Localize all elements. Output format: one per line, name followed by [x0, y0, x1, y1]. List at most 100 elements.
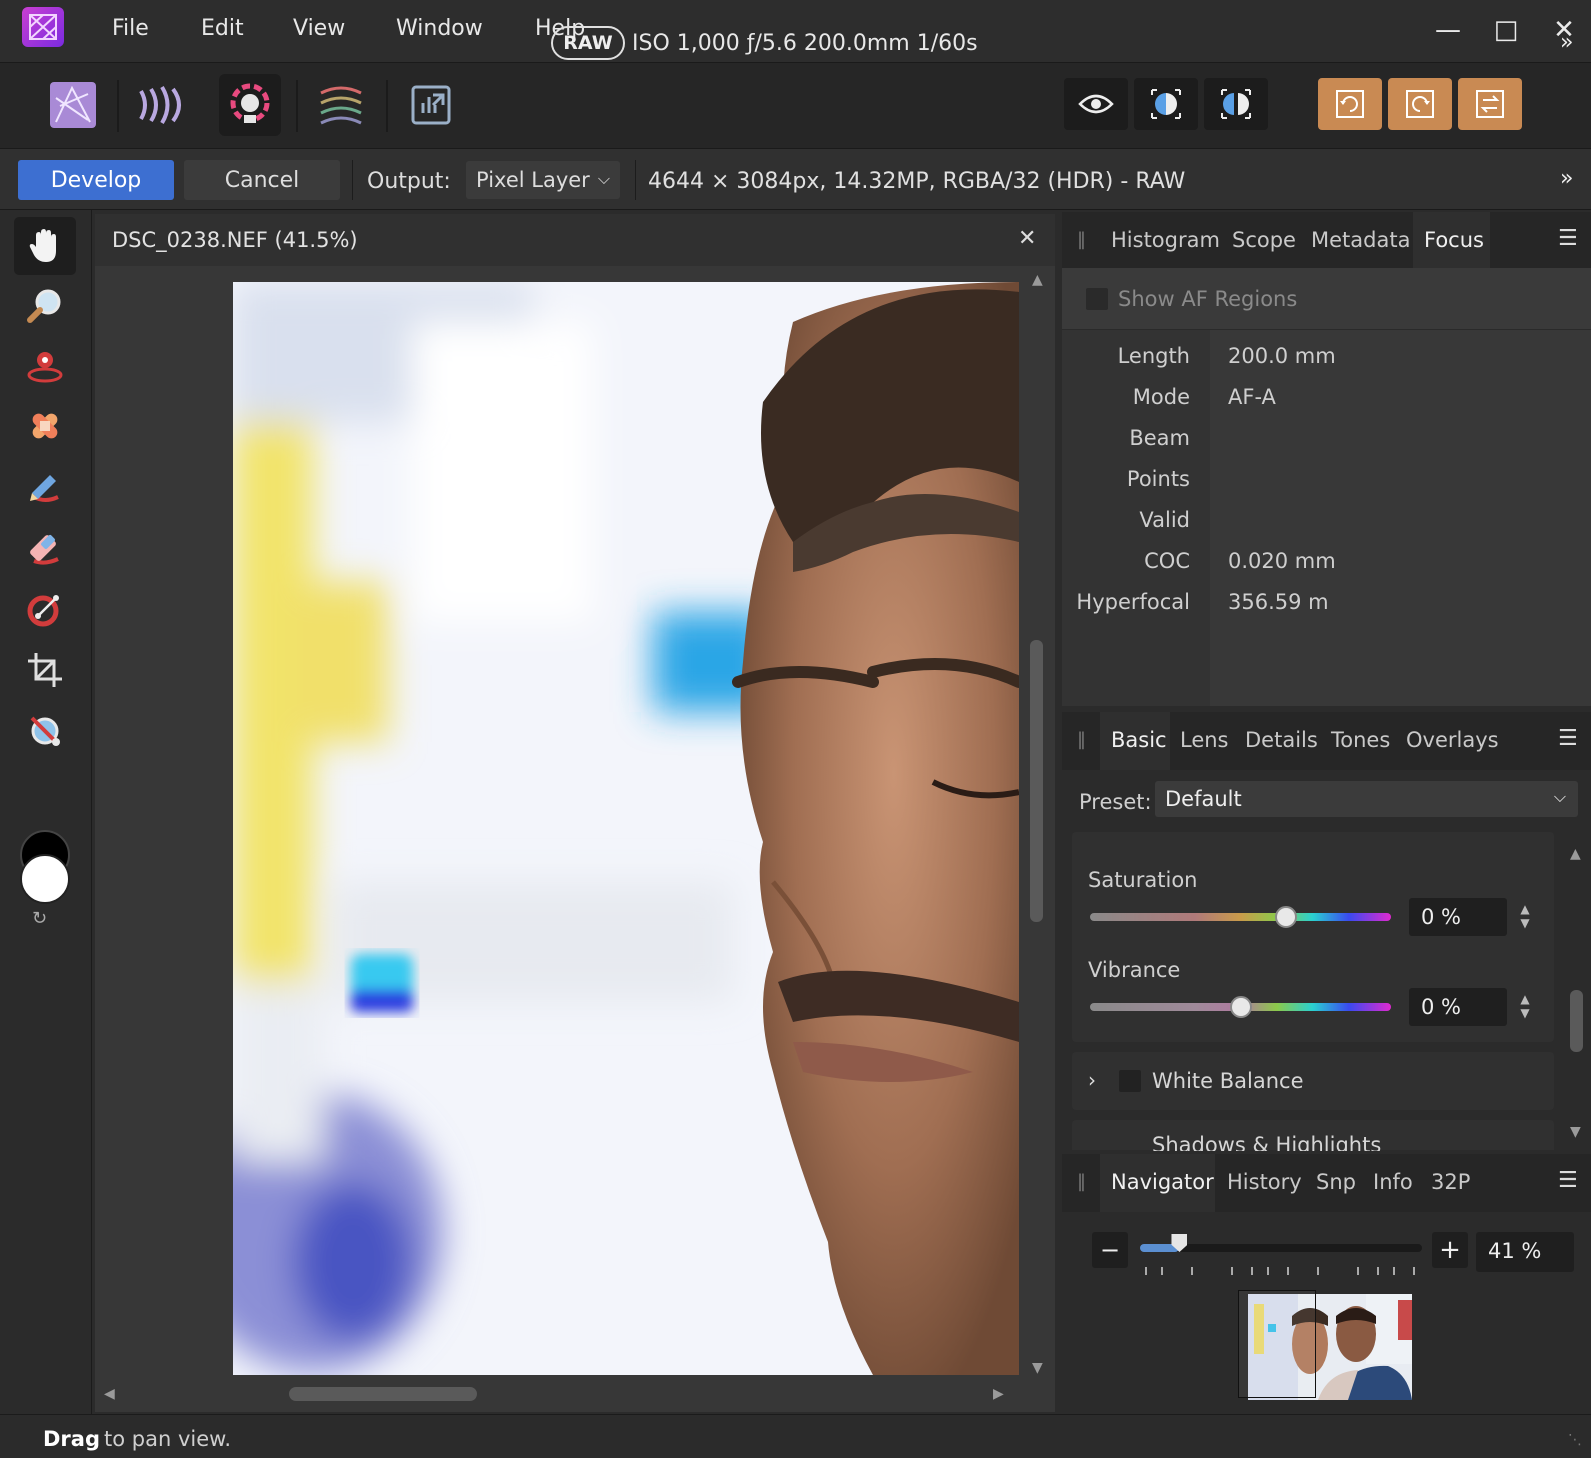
focus-label-points: Points	[1126, 467, 1190, 491]
close-document-button[interactable]: ✕	[1018, 226, 1036, 251]
primary-color-swatch[interactable]	[20, 854, 70, 904]
scroll-down-arrow[interactable]: ▼	[1032, 1360, 1043, 1376]
focus-value-coc: 0.020 mm	[1228, 549, 1336, 573]
toolbar-separator	[296, 80, 298, 132]
tab-info[interactable]: Info	[1373, 1170, 1413, 1194]
document-info: 4644 × 3084px, 14.32MP, RGBA/32 (HDR) - …	[648, 169, 1186, 194]
swap-icon[interactable]	[1458, 78, 1522, 130]
preset-label: Preset:	[1079, 790, 1152, 814]
red-eye-icon[interactable]	[14, 337, 76, 395]
menu-file[interactable]: File	[112, 16, 149, 41]
photo-persona-icon[interactable]	[42, 74, 104, 136]
chevron-right-icon[interactable]: ›	[1088, 1068, 1096, 1092]
swap-colors-icon[interactable]: ↻	[32, 908, 47, 929]
split-view-icon[interactable]	[1134, 78, 1198, 130]
zoom-value-field[interactable]: 41 %	[1476, 1232, 1574, 1272]
zoom-tick-marks	[1142, 1262, 1420, 1275]
panel-scrollbar-thumb[interactable]	[1570, 990, 1583, 1052]
crop-icon[interactable]	[14, 641, 76, 699]
document-title: DSC_0238.NEF (41.5%)	[112, 228, 358, 252]
chevron-down-icon: ⌵	[1553, 787, 1566, 806]
tab-focus[interactable]: Focus	[1424, 228, 1484, 252]
mirror-view-icon[interactable]	[1204, 78, 1268, 130]
tab-history[interactable]: History	[1227, 1170, 1302, 1194]
hand-icon[interactable]	[14, 217, 76, 275]
overlay-paint-icon[interactable]	[14, 459, 76, 517]
saturation-slider-track[interactable]	[1090, 913, 1391, 921]
show-af-regions-checkbox[interactable]	[1086, 288, 1108, 310]
panel-scroll-down-arrow[interactable]: ▼	[1570, 1124, 1581, 1140]
toolbar-overflow-button[interactable]: »	[1560, 30, 1573, 55]
cancel-button[interactable]: Cancel	[184, 160, 340, 200]
saturation-stepper-icon[interactable]: ▲ ▼	[1515, 898, 1535, 936]
menu-edit[interactable]: Edit	[201, 16, 244, 41]
menu-window[interactable]: Window	[396, 16, 483, 41]
horizontal-scrollbar-thumb[interactable]	[289, 1387, 477, 1401]
white-balance-section[interactable]	[1072, 1052, 1554, 1110]
affinity-photo-logo-icon	[22, 7, 64, 47]
panel-grip-icon[interactable]: ‖	[1077, 1171, 1086, 1192]
overlay-erase-icon[interactable]	[14, 519, 76, 577]
tab-tones[interactable]: Tones	[1331, 728, 1390, 752]
chevron-down-icon: ⌵	[597, 169, 610, 188]
panel-grip-icon[interactable]: ‖	[1077, 229, 1086, 250]
vertical-scrollbar-thumb[interactable]	[1030, 640, 1043, 922]
scroll-up-arrow[interactable]: ▲	[1032, 272, 1043, 288]
tab-basic[interactable]: Basic	[1111, 728, 1167, 752]
zoom-out-button[interactable]: −	[1092, 1232, 1128, 1268]
tab-details[interactable]: Details	[1245, 728, 1318, 752]
output-label: Output:	[367, 169, 451, 194]
white-balance-checkbox[interactable]	[1119, 1070, 1141, 1092]
zoom-in-button[interactable]: +	[1432, 1232, 1468, 1268]
zoom-icon[interactable]	[14, 277, 76, 335]
tab-histogram[interactable]: Histogram	[1111, 228, 1220, 252]
context-overflow-button[interactable]: »	[1560, 166, 1573, 191]
panel-menu-icon[interactable]: ☰	[1558, 226, 1578, 251]
status-action: Drag	[43, 1427, 100, 1451]
tab-32p[interactable]: 32P	[1431, 1170, 1470, 1194]
panel-menu-icon[interactable]: ☰	[1558, 726, 1578, 751]
panel-grip-icon[interactable]: ‖	[1077, 729, 1086, 750]
white-balance-label: White Balance	[1152, 1069, 1304, 1093]
focus-value-mode: AF-A	[1228, 385, 1276, 409]
tone-mapping-persona-icon[interactable]	[310, 74, 372, 136]
white-balance-picker-icon[interactable]	[14, 702, 76, 760]
scroll-right-arrow[interactable]: ▶	[993, 1386, 1004, 1402]
minimize-button[interactable]: —	[1426, 8, 1470, 52]
navigator-view-rectangle[interactable]	[1238, 1290, 1316, 1398]
scroll-left-arrow[interactable]: ◀	[104, 1386, 115, 1402]
vibrance-stepper-icon[interactable]: ▲ ▼	[1515, 988, 1535, 1026]
panel-menu-icon[interactable]: ☰	[1558, 1168, 1578, 1193]
menu-view[interactable]: View	[293, 16, 345, 41]
develop-button[interactable]: Develop	[18, 160, 174, 200]
vibrance-label: Vibrance	[1088, 958, 1181, 982]
tab-navigator[interactable]: Navigator	[1111, 1170, 1214, 1194]
tab-metadata[interactable]: Metadata	[1311, 228, 1410, 252]
blemish-icon[interactable]	[14, 397, 76, 455]
raw-photo[interactable]	[233, 282, 1019, 1375]
vibrance-value-field[interactable]: 0 %	[1409, 988, 1507, 1026]
develop-persona-icon[interactable]	[219, 74, 281, 136]
export-persona-icon[interactable]	[400, 74, 462, 136]
tab-overlays[interactable]: Overlays	[1406, 728, 1499, 752]
resize-grip-icon[interactable]: ⋱	[1568, 1432, 1582, 1448]
vibrance-slider-thumb[interactable]	[1229, 996, 1252, 1018]
overlay-gradient-icon[interactable]	[14, 580, 76, 638]
tab-scope[interactable]: Scope	[1232, 228, 1296, 252]
tab-lens[interactable]: Lens	[1180, 728, 1229, 752]
panel-scroll-up-arrow[interactable]: ▲	[1570, 846, 1581, 862]
output-select[interactable]: Pixel Layer ⌵	[466, 161, 620, 199]
context-separator	[352, 160, 353, 200]
status-bar	[0, 1414, 1591, 1458]
focus-label-hyperfocal: Hyperfocal	[1076, 590, 1190, 614]
saturation-slider-thumb[interactable]	[1274, 906, 1297, 928]
preset-select[interactable]: Default ⌵	[1155, 781, 1578, 817]
eye-icon[interactable]	[1064, 78, 1128, 130]
rotate-right-icon[interactable]	[1388, 78, 1452, 130]
saturation-value-field[interactable]: 0 %	[1409, 898, 1507, 936]
output-select-value: Pixel Layer	[476, 168, 590, 192]
rotate-left-icon[interactable]	[1318, 78, 1382, 130]
maximize-button[interactable]: □	[1484, 8, 1528, 52]
liquify-persona-icon[interactable]	[130, 74, 192, 136]
tab-snapshots[interactable]: Snp	[1316, 1170, 1356, 1194]
